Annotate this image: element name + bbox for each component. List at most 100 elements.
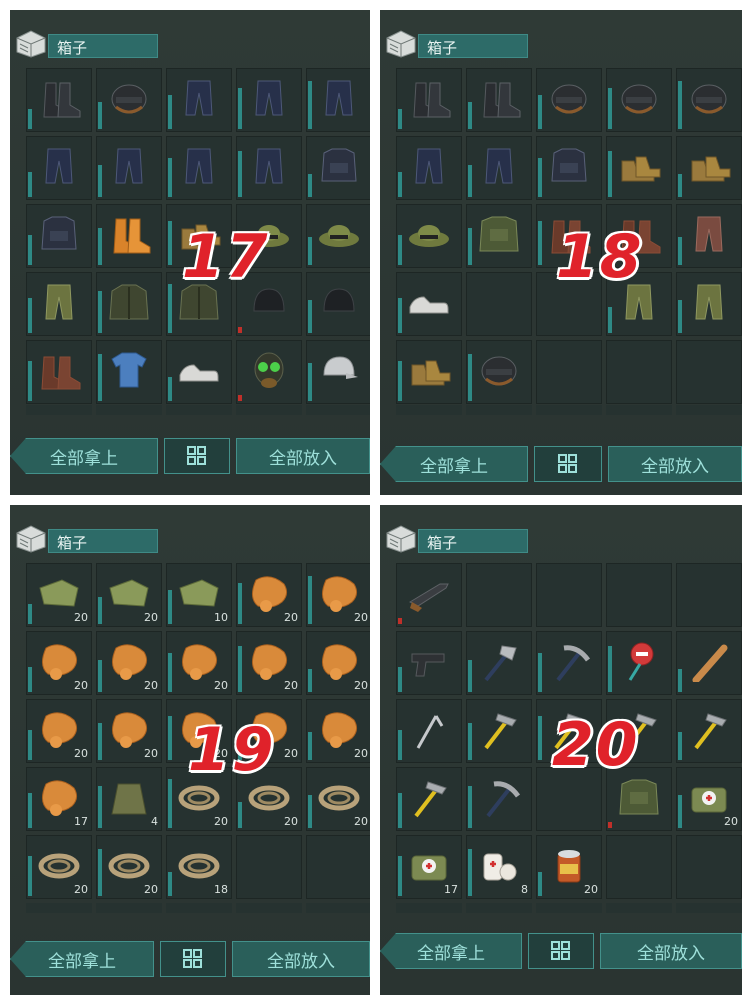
inventory-slot[interactable]: 20 (26, 699, 92, 763)
inventory-slot[interactable] (236, 136, 302, 200)
inventory-slot[interactable] (396, 204, 462, 268)
empty-slot[interactable] (606, 340, 672, 404)
empty-slot[interactable] (306, 835, 370, 899)
take-all-button[interactable]: 全部拿上 (10, 438, 158, 474)
take-all-button[interactable]: 全部拿上 (380, 933, 522, 969)
inventory-slot[interactable] (26, 204, 92, 268)
inventory-slot[interactable] (676, 631, 742, 695)
inventory-slot[interactable] (26, 68, 92, 132)
grid-view-button[interactable] (164, 438, 230, 474)
inventory-slot[interactable] (606, 136, 672, 200)
inventory-slot[interactable]: 20 (96, 699, 162, 763)
inventory-slot[interactable]: 10 (166, 563, 232, 627)
inventory-slot[interactable] (96, 272, 162, 336)
inventory-slot[interactable] (306, 136, 370, 200)
inventory-slot[interactable] (676, 699, 742, 763)
inventory-slot[interactable] (466, 136, 532, 200)
inventory-slot[interactable] (466, 340, 532, 404)
inventory-slot[interactable] (26, 136, 92, 200)
inventory-slot[interactable]: 20 (26, 563, 92, 627)
inventory-slot[interactable] (396, 631, 462, 695)
inventory-slot[interactable]: 20 (536, 835, 602, 899)
inventory-slot[interactable]: 20 (26, 631, 92, 695)
inventory-slot[interactable] (96, 136, 162, 200)
inventory-slot[interactable] (396, 272, 462, 336)
empty-slot[interactable] (676, 563, 742, 627)
inventory-slot[interactable]: 20 (306, 631, 370, 695)
inventory-slot[interactable] (466, 699, 532, 763)
inventory-slot[interactable] (536, 68, 602, 132)
inventory-slot[interactable] (676, 272, 742, 336)
inventory-slot[interactable] (396, 699, 462, 763)
inventory-slot[interactable] (676, 136, 742, 200)
inventory-slot[interactable] (466, 68, 532, 132)
put-all-button[interactable]: 全部放入 (232, 941, 370, 977)
grid-view-button[interactable] (160, 941, 226, 977)
inventory-slot[interactable]: 20 (96, 563, 162, 627)
inventory-slot[interactable]: 18 (166, 835, 232, 899)
inventory-slot[interactable] (396, 136, 462, 200)
empty-slot[interactable] (466, 563, 532, 627)
inventory-slot[interactable]: 20 (306, 699, 370, 763)
empty-slot[interactable] (536, 563, 602, 627)
inventory-slot[interactable]: 20 (306, 563, 370, 627)
inventory-slot[interactable]: 20 (166, 631, 232, 695)
inventory-slot[interactable] (96, 68, 162, 132)
inventory-slot[interactable] (396, 767, 462, 831)
inventory-slot[interactable] (236, 340, 302, 404)
inventory-slot[interactable] (236, 68, 302, 132)
empty-slot[interactable] (676, 835, 742, 899)
take-all-button[interactable]: 全部拿上 (10, 941, 154, 977)
inventory-slot[interactable]: 17 (396, 835, 462, 899)
inventory-slot[interactable] (96, 340, 162, 404)
inventory-slot[interactable] (466, 767, 532, 831)
inventory-slot[interactable] (166, 68, 232, 132)
leather-icon (182, 643, 218, 680)
inventory-slot[interactable]: 20 (96, 835, 162, 899)
inventory-slot[interactable] (26, 340, 92, 404)
inventory-slot[interactable]: 20 (306, 767, 370, 831)
inventory-slot[interactable]: 8 (466, 835, 532, 899)
empty-slot[interactable] (536, 340, 602, 404)
inventory-slot[interactable]: 17 (26, 767, 92, 831)
item-quantity: 17 (444, 883, 458, 896)
grid-view-button[interactable] (528, 933, 594, 969)
empty-slot[interactable] (606, 563, 672, 627)
inventory-slot[interactable] (306, 204, 370, 268)
inventory-slot[interactable]: 20 (676, 767, 742, 831)
put-all-button[interactable]: 全部放入 (600, 933, 742, 969)
inventory-slot[interactable] (396, 563, 462, 627)
inventory-slot[interactable] (306, 68, 370, 132)
brown-boots-icon (41, 356, 81, 390)
inventory-slot[interactable] (306, 272, 370, 336)
inventory-slot[interactable] (466, 204, 532, 268)
inventory-slot[interactable] (606, 631, 672, 695)
inventory-slot[interactable]: 20 (236, 631, 302, 695)
put-all-button[interactable]: 全部放入 (608, 446, 742, 482)
empty-slot[interactable] (466, 272, 532, 336)
inventory-slot[interactable] (536, 136, 602, 200)
inventory-slot[interactable] (166, 136, 232, 200)
inventory-slot[interactable] (306, 340, 370, 404)
put-all-button[interactable]: 全部放入 (236, 438, 370, 474)
empty-slot[interactable] (606, 835, 672, 899)
inventory-slot[interactable] (536, 631, 602, 695)
bat-icon (692, 644, 728, 682)
empty-slot[interactable] (676, 340, 742, 404)
inventory-slot[interactable]: 4 (96, 767, 162, 831)
inventory-slot[interactable] (396, 340, 462, 404)
inventory-slot[interactable]: 20 (236, 563, 302, 627)
inventory-slot[interactable] (676, 204, 742, 268)
inventory-slot[interactable] (166, 340, 232, 404)
empty-slot[interactable] (236, 835, 302, 899)
inventory-slot[interactable] (466, 631, 532, 695)
inventory-slot[interactable] (606, 68, 672, 132)
inventory-slot[interactable] (676, 68, 742, 132)
inventory-slot[interactable]: 20 (26, 835, 92, 899)
take-all-button[interactable]: 全部拿上 (380, 446, 528, 482)
inventory-slot[interactable] (26, 272, 92, 336)
grid-view-button[interactable] (534, 446, 602, 482)
inventory-slot[interactable]: 20 (96, 631, 162, 695)
inventory-slot[interactable] (96, 204, 162, 268)
inventory-slot[interactable] (396, 68, 462, 132)
